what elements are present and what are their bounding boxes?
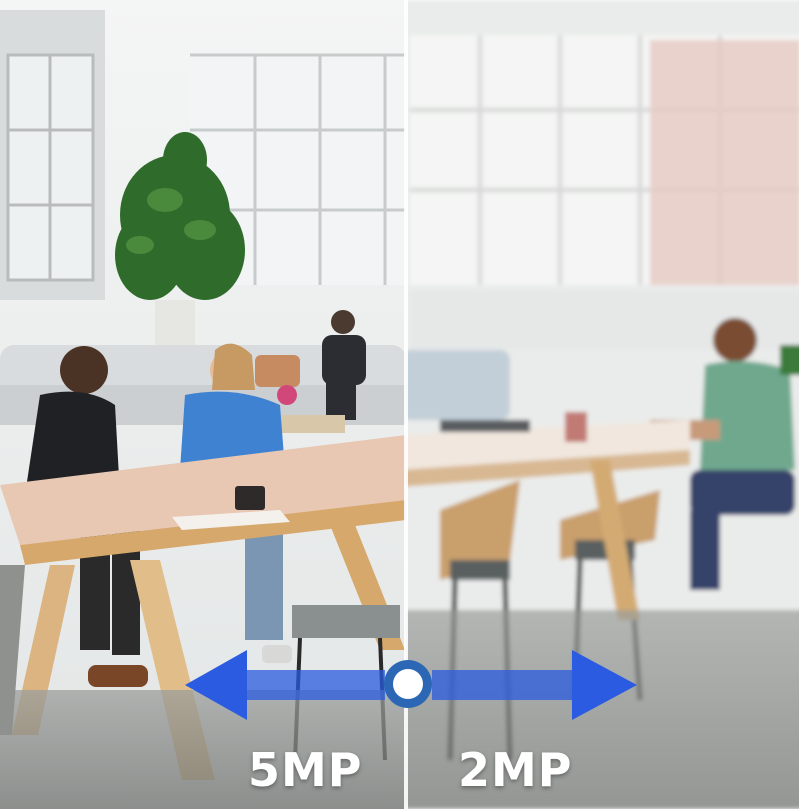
- right-resolution-label: 2MP: [458, 743, 573, 797]
- arrow-right-icon[interactable]: [432, 650, 637, 720]
- arrow-left-icon[interactable]: [185, 650, 385, 720]
- slider-handle-icon[interactable]: [380, 656, 436, 712]
- left-resolution-label: 5MP: [248, 743, 363, 797]
